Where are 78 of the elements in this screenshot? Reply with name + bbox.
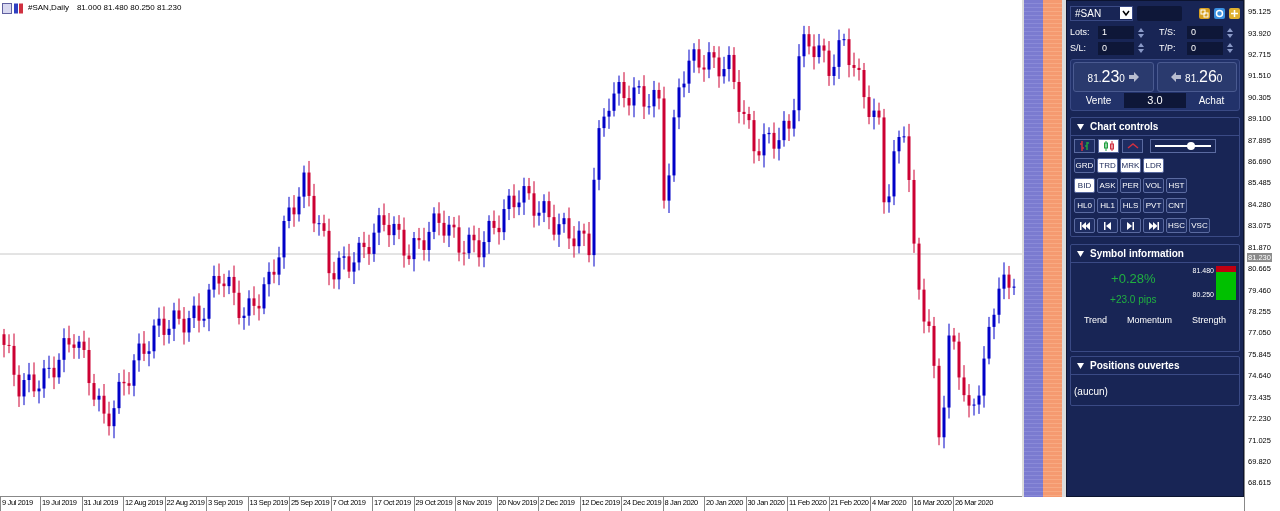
buy-button[interactable]: 81.260 [1156,62,1237,92]
toggle-button[interactable]: TRD [1097,158,1118,173]
price-text: 81.230 [1087,67,1125,87]
toggle-button[interactable]: HLS [1120,198,1141,213]
section-title: Chart controls [1090,120,1159,134]
input-field[interactable] [1137,5,1182,21]
section-header[interactable]: Chart controls [1071,118,1239,136]
toggle-button[interactable]: VSC [1189,218,1210,233]
chart-type-button[interactable] [1098,139,1119,153]
change-pips: +23.0 pips [1110,292,1157,307]
navigation-button[interactable] [1143,218,1164,233]
left-arrow-icon [1171,72,1182,82]
chart-type-button[interactable] [1122,139,1143,153]
toggle-button[interactable]: PER [1120,178,1141,193]
section-title: Positions ouvertes [1090,359,1180,373]
number-field[interactable]: 0 [1187,41,1223,55]
buy-label: Achat [1197,94,1226,108]
spinner-icon[interactable] [1227,26,1233,39]
navigation-button[interactable] [1074,218,1095,233]
collapse-icon [1077,250,1084,257]
bar-chart-icon [1078,140,1091,152]
navigation-button[interactable] [1097,218,1118,233]
step-back-icon [1104,221,1111,230]
toggle-button[interactable]: ASK [1097,178,1118,193]
field-label: T/S: [1159,26,1177,39]
number-field[interactable]: 1 [1098,26,1134,40]
grid-icon[interactable] [1229,7,1240,19]
skip-forward-icon [1148,221,1159,230]
zoom-slider[interactable] [1150,139,1216,153]
number-field[interactable]: 0 [1098,41,1134,55]
slider-thumb[interactable] [1187,142,1196,150]
range-bar [1216,266,1236,300]
step-forward-icon [1127,221,1134,230]
sell-label: Vente [1084,94,1113,108]
link-icon[interactable] [1199,7,1210,19]
field-label: T/P: [1159,41,1177,55]
toggle-button[interactable]: HL1 [1097,198,1118,213]
field-label: Lots: [1070,26,1091,39]
chart-window-icon [2,2,24,14]
chevron-down-icon [1120,7,1132,19]
number-field[interactable]: 0 [1187,26,1223,40]
line-chart-icon [1126,140,1139,152]
spinner-icon[interactable] [1138,26,1144,39]
change-percent: +0.28% [1111,270,1156,288]
chart-symbol: #SAN,Daily [28,2,69,14]
price-text: 81.260 [1185,67,1223,87]
empty-positions: (aucun) [1074,386,1108,397]
skip-back-icon [1079,221,1090,230]
candlestick-icon [1102,140,1115,152]
indicator-label: Momentum [1127,313,1173,327]
indicator-label: Strength [1192,313,1227,327]
toggle-button[interactable]: VOL [1143,178,1164,193]
sell-button[interactable]: 81.230 [1073,62,1154,92]
spinner-icon[interactable] [1138,42,1144,55]
section-header[interactable]: Symbol information [1071,245,1239,263]
toggle-button[interactable]: BID [1074,178,1095,193]
toggle-button[interactable]: HSC [1166,218,1187,233]
navigation-button[interactable] [1120,218,1141,233]
toggle-button[interactable]: HST [1166,178,1187,193]
toggle-button[interactable]: CNT [1166,198,1187,213]
chart-type-button[interactable] [1074,139,1095,153]
toggle-button[interactable]: HL0 [1074,198,1095,213]
right-arrow-icon [1128,72,1139,82]
spinner-icon[interactable] [1227,42,1233,55]
section-title: Symbol information [1090,247,1184,261]
section-header[interactable]: Positions ouvertes [1071,357,1239,375]
toggle-button[interactable]: MRK [1120,158,1141,173]
collapse-icon [1077,123,1084,130]
toggle-button[interactable]: PVT [1143,198,1164,213]
settings-icon[interactable] [1214,7,1225,19]
symbol-select[interactable]: #SAN [1070,5,1133,21]
indicator-label: Trend [1083,313,1108,327]
toggle-button[interactable]: GRD [1074,158,1095,173]
ohlc-values: 81.000 81.480 80.250 81.230 [76,2,182,14]
field-label: S/L: [1070,41,1087,55]
collapse-icon [1077,362,1084,369]
spread-value: 3.0 [1124,93,1186,108]
toggle-button[interactable]: LDR [1143,158,1164,173]
